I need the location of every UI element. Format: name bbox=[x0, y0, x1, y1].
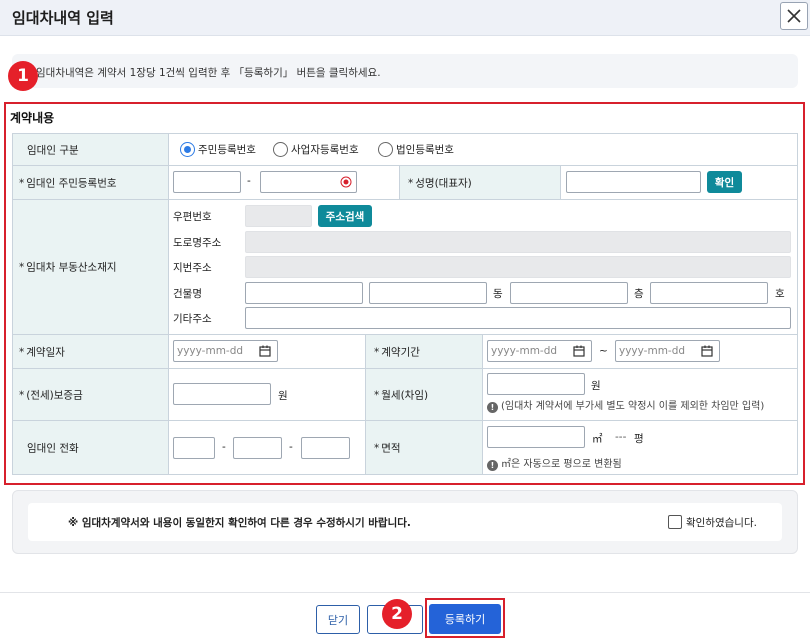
ho-input[interactable] bbox=[650, 282, 768, 304]
deposit-label-cell: * (전세)보증금 bbox=[12, 368, 169, 421]
contract-date-label-cell: * 계약일자 bbox=[12, 334, 169, 369]
phone-part1-input[interactable] bbox=[173, 437, 215, 459]
area-label-cell: * 면적 bbox=[365, 420, 483, 475]
contract-start-input[interactable]: yyyy-mm-dd bbox=[487, 340, 592, 362]
resident-no-separator: - bbox=[247, 175, 251, 187]
floor-unit: 층 bbox=[634, 288, 644, 300]
radio-label: 법인등록번호 bbox=[396, 143, 454, 156]
radio-dot bbox=[273, 141, 288, 157]
footer-divider bbox=[0, 592, 810, 593]
notice-text: 임대차내역은 계약서 1장당 1건씩 입력한 후 「등록하기」 버튼을 클릭하세… bbox=[36, 67, 381, 79]
contract-period-label-cell: * 계약기간 bbox=[365, 334, 483, 369]
resident-no-label: * 임대인 주민등록번호 bbox=[19, 177, 117, 189]
road-address-input bbox=[245, 231, 791, 253]
lessor-type-label-cell: 임대인 구분 bbox=[12, 133, 169, 166]
area-unit: ㎡ bbox=[592, 433, 603, 445]
calendar-icon[interactable] bbox=[259, 345, 271, 357]
deposit-unit: 원 bbox=[278, 390, 288, 402]
radio-business-no[interactable]: 사업자등록번호 bbox=[273, 141, 359, 157]
phone-separator: - bbox=[222, 441, 226, 453]
radio-dot bbox=[180, 141, 195, 157]
address-label: * 임대차 부동산소재지 bbox=[19, 261, 117, 274]
zip-label: 우편번호 bbox=[173, 211, 212, 223]
address-label-cell: * 임대차 부동산소재지 bbox=[12, 199, 169, 335]
date-placeholder: yyyy-mm-dd bbox=[177, 345, 244, 357]
section-title: 계약내용 bbox=[10, 111, 55, 125]
dong-unit: 동 bbox=[493, 288, 503, 300]
dialog-title: 임대차내역 입력 bbox=[12, 9, 114, 27]
building-name-input[interactable] bbox=[245, 282, 363, 304]
info-icon: ! bbox=[487, 402, 498, 413]
name-input[interactable] bbox=[566, 171, 701, 193]
address-search-button[interactable]: 주소검색 bbox=[318, 205, 372, 227]
zip-input bbox=[245, 205, 312, 227]
monthly-rent-label-cell: * 월세(차임) bbox=[365, 368, 483, 421]
step-marker-2: 2 bbox=[382, 599, 412, 629]
name-confirm-button[interactable]: 확인 bbox=[707, 171, 742, 193]
deposit-label: * (전세)보증금 bbox=[19, 389, 83, 401]
area-input[interactable] bbox=[487, 426, 585, 448]
contract-end-input[interactable]: yyyy-mm-dd bbox=[615, 340, 720, 362]
monthly-rent-unit: 원 bbox=[591, 380, 601, 392]
contract-period-label: * 계약기간 bbox=[374, 346, 420, 358]
confirm-checkbox-label[interactable]: 확인하였습니다. bbox=[686, 515, 757, 530]
calendar-icon[interactable] bbox=[701, 345, 713, 357]
radio-resident-no[interactable]: 주민등록번호 bbox=[180, 141, 256, 157]
info-icon: ! bbox=[487, 460, 498, 471]
resident-no-label-cell: * 임대인 주민등록번호 bbox=[12, 165, 169, 200]
date-placeholder: yyyy-mm-dd bbox=[491, 345, 558, 357]
step-marker-1: 1 bbox=[8, 61, 38, 91]
deposit-input[interactable] bbox=[173, 383, 271, 405]
phone-separator: - bbox=[289, 441, 293, 453]
close-dialog-button[interactable]: 닫기 bbox=[316, 605, 360, 634]
lessor-type-label: 임대인 구분 bbox=[27, 144, 79, 156]
radio-dot bbox=[378, 141, 393, 157]
monthly-rent-input[interactable] bbox=[487, 373, 585, 395]
pyeong-unit: 평 bbox=[634, 433, 644, 445]
phone-part2-input[interactable] bbox=[233, 437, 282, 459]
ho-unit: 호 bbox=[775, 288, 785, 300]
phone-label: 임대인 전화 bbox=[27, 442, 79, 454]
monthly-rent-note: ! (임대차 계약서에 부가세 별도 약정시 이를 제외한 차임만 입력) bbox=[487, 397, 764, 413]
etc-address-input[interactable] bbox=[245, 307, 791, 329]
etc-address-label: 기타주소 bbox=[173, 313, 212, 325]
close-icon bbox=[787, 9, 801, 23]
building-label: 건물명 bbox=[173, 288, 202, 300]
confirm-message: ※ 임대차계약서와 내용이 동일한지 확인하여 다른 경우 수정하시기 바랍니다… bbox=[68, 517, 411, 529]
dialog-titlebar: 임대차내역 입력 bbox=[0, 0, 810, 36]
close-button[interactable] bbox=[780, 2, 808, 30]
name-label-cell: * 성명(대표자) bbox=[399, 165, 561, 200]
radio-label: 주민등록번호 bbox=[198, 143, 256, 156]
road-address-label: 도로명주소 bbox=[173, 237, 222, 249]
name-label: * 성명(대표자) bbox=[408, 177, 472, 189]
area-label: * 면적 bbox=[374, 442, 401, 454]
contract-date-input[interactable]: yyyy-mm-dd bbox=[173, 340, 278, 362]
date-placeholder: yyyy-mm-dd bbox=[619, 345, 686, 357]
radio-corporate-no[interactable]: 법인등록번호 bbox=[378, 141, 454, 157]
confirm-checkbox[interactable] bbox=[668, 515, 682, 529]
notice-box: 임대차내역은 계약서 1장당 1건씩 입력한 후 「등록하기」 버튼을 클릭하세… bbox=[12, 54, 798, 88]
dong-input[interactable] bbox=[369, 282, 487, 304]
monthly-rent-label: * 월세(차임) bbox=[374, 389, 429, 401]
resident-no-front-input[interactable] bbox=[173, 171, 241, 193]
lessor-type-value-cell bbox=[168, 133, 798, 166]
resident-no-back-input[interactable] bbox=[260, 171, 357, 193]
pyeong-value: --- bbox=[615, 431, 627, 443]
phone-part3-input[interactable] bbox=[301, 437, 350, 459]
secure-keypad-icon bbox=[340, 176, 352, 188]
area-note: ! ㎡은 자동으로 평으로 변환됨 bbox=[487, 455, 622, 471]
floor-input[interactable] bbox=[510, 282, 628, 304]
radio-label: 사업자등록번호 bbox=[291, 143, 359, 156]
calendar-icon[interactable] bbox=[573, 345, 585, 357]
phone-label-cell: 임대인 전화 bbox=[12, 420, 169, 475]
lot-address-input bbox=[245, 256, 791, 278]
period-tilde: ~ bbox=[599, 345, 608, 357]
lot-address-label: 지번주소 bbox=[173, 262, 212, 274]
contract-date-label: * 계약일자 bbox=[19, 346, 65, 358]
register-button-highlight bbox=[425, 598, 505, 638]
